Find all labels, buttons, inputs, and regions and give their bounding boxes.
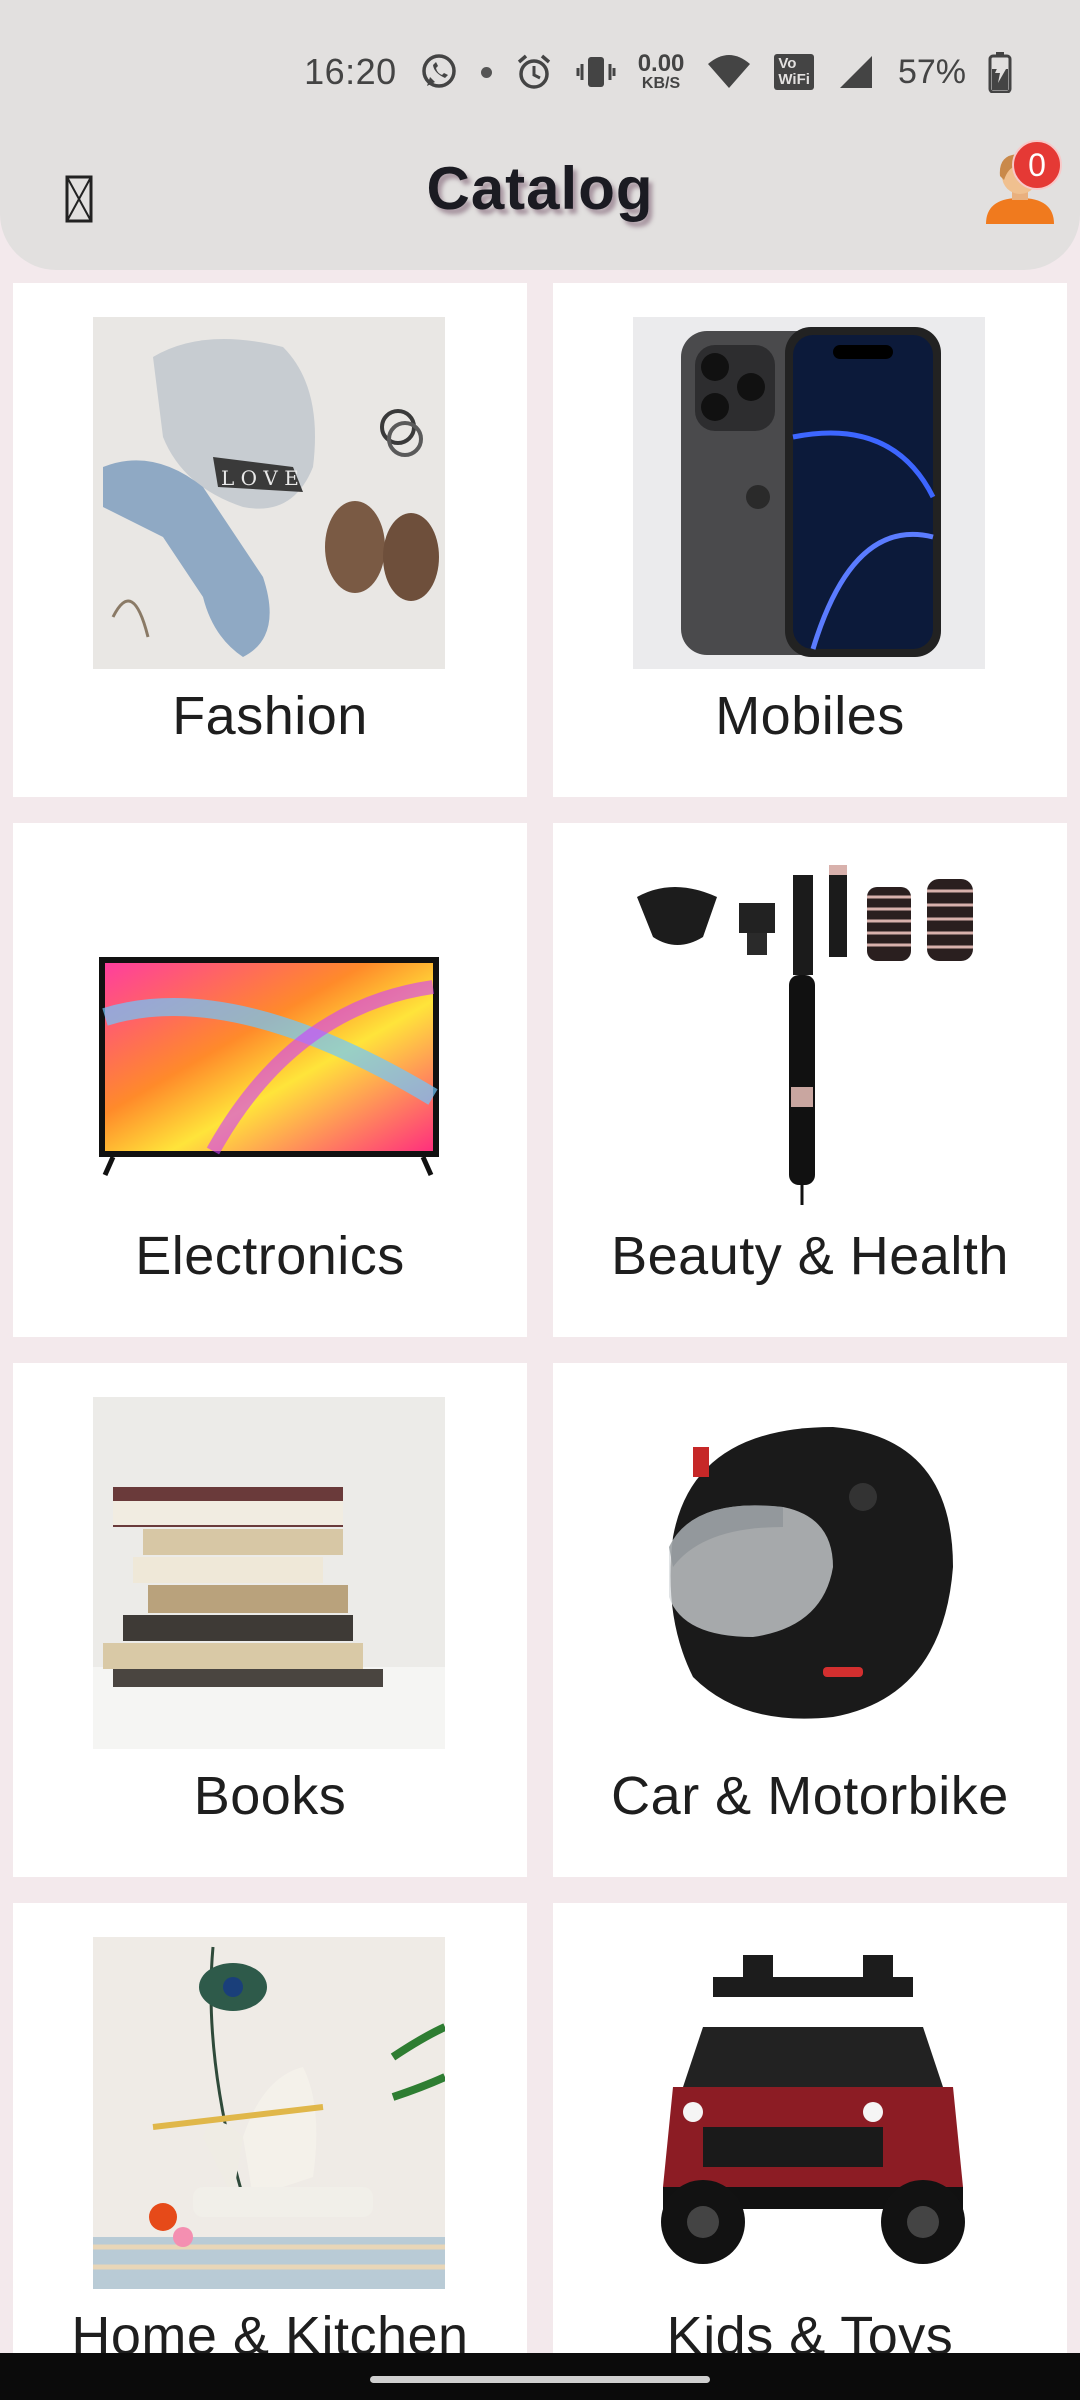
category-label: Books <box>193 1766 347 1826</box>
hair-styler-image <box>633 857 985 1209</box>
vibrate-icon <box>576 52 616 92</box>
home-gesture-handle[interactable] <box>370 2376 710 2383</box>
book-stack-image <box>93 1397 445 1749</box>
category-label: Beauty & Health <box>611 1226 1009 1286</box>
dot-icon <box>480 66 492 78</box>
category-card-fashion[interactable]: L O V E Fashion <box>13 283 527 797</box>
category-card-beauty-health[interactable]: Beauty & Health <box>553 823 1067 1337</box>
fashion-image: L O V E <box>93 317 445 669</box>
status-time: 16:20 <box>304 51 397 92</box>
television-image <box>93 857 445 1209</box>
vowifi-icon: Vo WiFi <box>774 54 814 90</box>
smartphone-image <box>633 317 985 669</box>
alarm-icon <box>514 52 554 92</box>
category-label: Mobiles <box>715 686 905 746</box>
category-card-kids-toys[interactable]: Kids & Toys <box>553 1903 1067 2353</box>
category-card-car-motorbike[interactable]: Car & Motorbike <box>553 1363 1067 1877</box>
category-card-books[interactable]: Books <box>13 1363 527 1877</box>
svg-text:L O V E: L O V E <box>221 466 299 490</box>
category-card-home-kitchen[interactable]: Home & Kitchen <box>13 1903 527 2353</box>
category-grid: L O V E Fashion Mobiles Electronics Beau… <box>13 283 1067 2353</box>
category-label: Home & Kitchen <box>71 2306 469 2353</box>
decor-hands-image <box>93 1937 445 2289</box>
page-title: Catalog <box>426 155 654 222</box>
category-label: Fashion <box>172 686 368 746</box>
cart-count-badge: 0 <box>1012 140 1062 190</box>
status-bar: 16:20 0.00 KB/S Vo WiFi 57% <box>0 0 1080 140</box>
wifi-icon <box>706 52 752 92</box>
battery-charging-icon <box>988 51 1012 93</box>
whatsapp-icon <box>419 52 459 92</box>
helmet-image <box>633 1397 985 1749</box>
toy-jeep-image <box>633 1937 985 2289</box>
category-label: Kids & Toys <box>666 2306 954 2353</box>
net-speed: 0.00 KB/S <box>637 50 685 92</box>
category-card-mobiles[interactable]: Mobiles <box>553 283 1067 797</box>
category-card-electronics[interactable]: Electronics <box>13 823 527 1337</box>
category-label: Electronics <box>135 1226 405 1286</box>
signal-icon <box>836 52 876 92</box>
app-bar: Catalog <box>0 140 1080 270</box>
battery-percent: 57% <box>897 52 966 91</box>
category-label: Car & Motorbike <box>611 1766 1009 1826</box>
